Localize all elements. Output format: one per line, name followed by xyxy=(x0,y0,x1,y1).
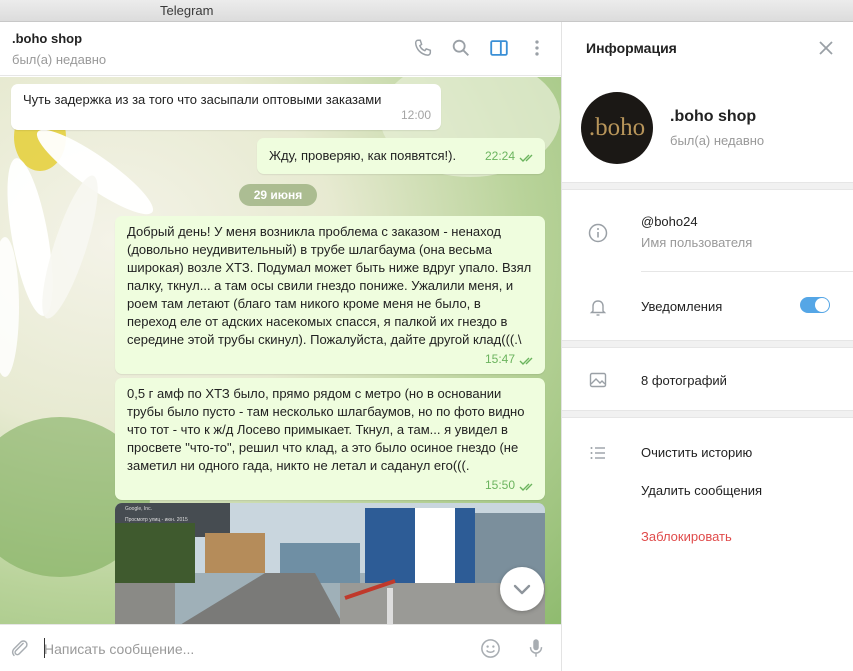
info-panel: Информация .boho .boho shop был(а) недав… xyxy=(561,22,853,671)
photos-link[interactable]: 8 фотографий xyxy=(641,373,727,388)
title-bar: Telegram xyxy=(0,0,853,22)
avatar-logo: .boho xyxy=(588,114,646,141)
read-check-icon xyxy=(519,483,533,491)
message-text: 0,5 г амф по ХТЗ было, прямо рядом с мет… xyxy=(127,386,525,473)
read-check-icon xyxy=(519,154,533,162)
message-text: Чуть задержка из за того что засыпали оп… xyxy=(23,92,382,107)
row-divider xyxy=(641,271,853,272)
scroll-down-button[interactable] xyxy=(500,567,544,611)
photo-label-google: Google, Inc. xyxy=(125,506,152,512)
photo-attachment[interactable]: Google, Inc. Просмотр улиц - июн. 2015 xyxy=(115,503,545,624)
image-icon xyxy=(589,372,607,388)
message-bubble-incoming[interactable]: Чуть задержка из за того что засыпали оп… xyxy=(11,84,441,130)
message-time: 15:50 xyxy=(484,478,515,492)
telegram-window: Telegram .boho shop был(а) недавно Чуть … xyxy=(0,0,853,671)
bell-icon xyxy=(589,300,607,316)
info-icon xyxy=(588,223,608,243)
date-divider: 29 июня xyxy=(239,184,317,206)
section-divider xyxy=(562,182,853,190)
message-text: Жду, проверяю, как появятся!). xyxy=(269,148,457,163)
message-bubble-outgoing[interactable]: Жду, проверяю, как появятся!). 22:24 xyxy=(257,138,545,174)
notifications-toggle[interactable] xyxy=(800,297,830,313)
chat-title[interactable]: .boho shop xyxy=(12,31,82,46)
toggle-knob xyxy=(815,298,829,312)
block-user-button[interactable]: Заблокировать xyxy=(641,529,732,544)
profile-status: был(а) недавно xyxy=(670,133,765,148)
message-composer xyxy=(0,624,561,671)
avatar[interactable]: .boho xyxy=(581,92,653,164)
delete-messages-button[interactable]: Удалить сообщения xyxy=(641,483,762,498)
more-vertical-icon[interactable] xyxy=(526,37,548,59)
clear-history-button[interactable]: Очистить историю xyxy=(641,445,752,460)
chevron-down-icon xyxy=(513,584,531,595)
photo-label-date: Просмотр улиц - июн. 2015 xyxy=(125,517,188,523)
notifications-label: Уведомления xyxy=(641,299,723,314)
chat-header: .boho shop был(а) недавно xyxy=(0,22,561,76)
message-time: 22:24 xyxy=(484,149,515,163)
message-time: 12:00 xyxy=(400,108,431,122)
message-bubble-outgoing[interactable]: 0,5 г амф по ХТЗ было, прямо рядом с мет… xyxy=(115,378,545,500)
section-divider xyxy=(562,410,853,418)
section-divider xyxy=(562,340,853,348)
message-time: 15:47 xyxy=(484,352,515,366)
chat-status: был(а) недавно xyxy=(12,52,107,67)
phone-icon[interactable] xyxy=(412,37,434,59)
username-value[interactable]: @boho24 xyxy=(641,214,698,229)
microphone-icon[interactable] xyxy=(525,636,547,660)
list-icon xyxy=(590,447,605,459)
search-icon[interactable] xyxy=(450,37,472,59)
message-text: Добрый день! У меня возникла проблема с … xyxy=(127,224,532,347)
emoji-icon[interactable] xyxy=(479,637,502,660)
chat-area[interactable]: Чуть задержка из за того что засыпали оп… xyxy=(0,77,561,624)
message-input[interactable] xyxy=(44,639,454,659)
message-bubble-outgoing[interactable]: Добрый день! У меня возникла проблема с … xyxy=(115,216,545,374)
street-photo: Google, Inc. Просмотр улиц - июн. 2015 xyxy=(115,503,545,624)
attach-icon[interactable] xyxy=(8,637,30,659)
username-label: Имя пользователя xyxy=(641,235,753,250)
window-title: Telegram xyxy=(160,3,214,18)
sidebar-toggle-icon[interactable] xyxy=(488,37,510,59)
close-icon[interactable] xyxy=(817,39,835,57)
info-panel-title: Информация xyxy=(586,40,677,56)
profile-name: .boho shop xyxy=(670,108,757,125)
read-check-icon xyxy=(519,357,533,365)
